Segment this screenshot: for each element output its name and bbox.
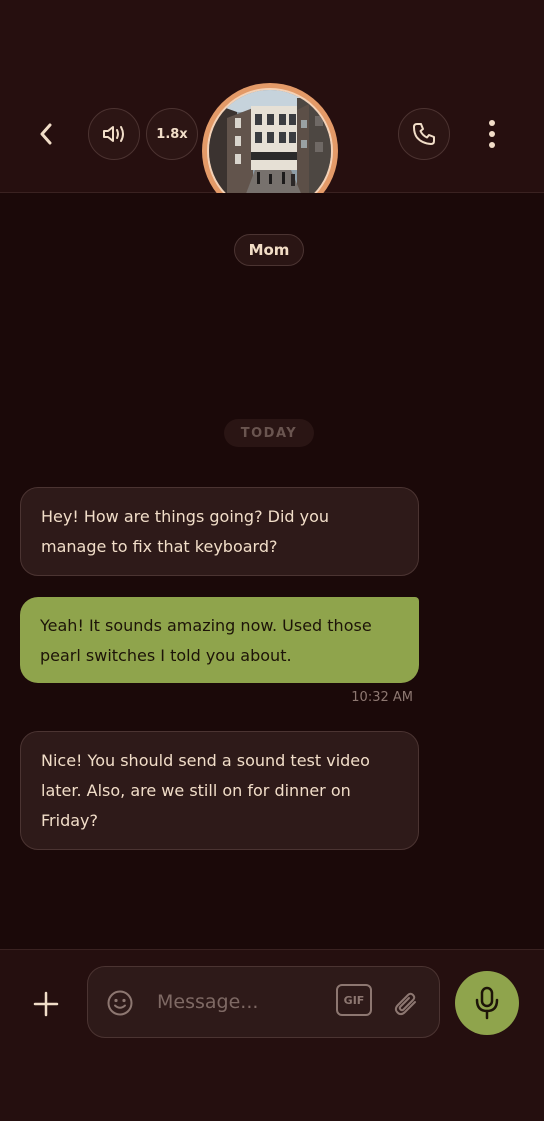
plus-icon	[33, 991, 59, 1017]
back-button[interactable]	[26, 114, 66, 154]
message-outgoing[interactable]: Yeah! It sounds amazing now. Used those …	[20, 597, 419, 683]
playback-speed-button[interactable]: 1.8x	[146, 108, 198, 160]
more-vertical-icon	[489, 120, 495, 148]
paperclip-icon	[394, 992, 416, 1016]
microphone-icon	[475, 986, 499, 1020]
attach-button[interactable]	[388, 985, 424, 1021]
emoji-icon	[107, 990, 133, 1016]
phone-icon	[413, 123, 435, 145]
sound-button[interactable]	[88, 108, 140, 160]
playback-speed-label: 1.8x	[156, 126, 188, 142]
message-incoming[interactable]: Nice! You should send a sound test video…	[20, 731, 419, 850]
more-options-button[interactable]	[476, 114, 508, 154]
message-timestamp: 10:32 AM	[351, 690, 413, 705]
gif-label: GIF	[343, 993, 365, 1007]
add-button[interactable]	[26, 984, 66, 1024]
emoji-button[interactable]	[104, 987, 136, 1019]
gif-button[interactable]: GIF	[336, 984, 372, 1016]
message-input-box: GIF	[87, 966, 440, 1038]
call-button[interactable]	[398, 108, 450, 160]
chevron-left-icon	[40, 123, 52, 145]
message-incoming[interactable]: Hey! How are things going? Did you manag…	[20, 487, 419, 576]
date-separator: TODAY	[224, 419, 314, 447]
message-input[interactable]	[157, 987, 327, 1017]
chat-header: 1.8x	[0, 0, 544, 219]
speaker-icon	[103, 126, 124, 142]
contact-name[interactable]: Mom	[234, 234, 304, 266]
voice-message-button[interactable]	[455, 971, 519, 1035]
